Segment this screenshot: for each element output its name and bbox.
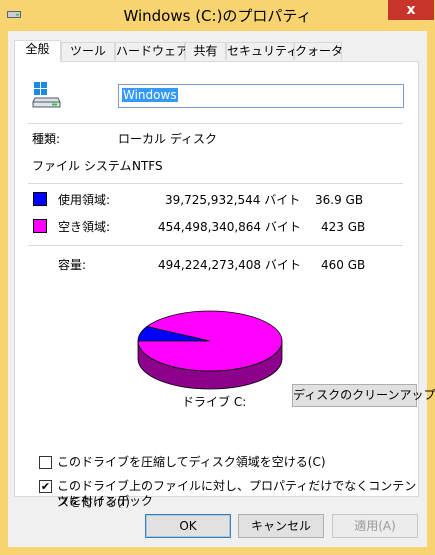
index-contents-label-line2: スを付ける(I) — [57, 495, 130, 509]
ok-button[interactable]: OK — [145, 514, 231, 538]
free-space-swatch — [33, 219, 47, 233]
checkmark-icon: ✔ — [40, 480, 51, 493]
disk-cleanup-button[interactable]: ディスクのクリーンアップ(D) — [292, 384, 435, 407]
free-space-size: 423 GB — [321, 220, 366, 234]
tab-general[interactable]: 全般 — [14, 40, 61, 62]
general-tab-panel: Windows 種類: ローカル ディスク ファイル システム: NTFS 使用… — [14, 61, 435, 509]
index-contents-checkbox[interactable]: ✔ — [39, 480, 52, 493]
separator-3 — [28, 245, 403, 246]
type-value: ローカル ディスク — [118, 132, 217, 146]
used-space-label: 使用領域: — [58, 193, 111, 207]
window-title: Windows (C:)のプロパティ — [123, 7, 312, 25]
tab-security[interactable]: セキュリティ — [226, 42, 298, 60]
capacity-bytes: 494,224,273,408 バイト — [158, 258, 301, 272]
close-button[interactable]: x — [388, 0, 434, 20]
cancel-button[interactable]: キャンセル — [238, 514, 324, 538]
compress-drive-checkbox[interactable] — [39, 456, 52, 469]
dialog-client-area: 全般 ツール ハードウェア 共有 セキュリティ クォータ Windows 種類: — [8, 31, 435, 547]
used-space-swatch — [33, 192, 47, 206]
tab-strip: 全般 ツール ハードウェア 共有 セキュリティ クォータ — [14, 40, 414, 62]
free-space-label: 空き領域: — [58, 220, 111, 234]
compress-drive-label: このドライブを圧縮してディスク領域を空ける(C) — [57, 455, 326, 469]
close-icon: x — [406, 2, 416, 18]
pie-slice-free-space — [137, 310, 283, 372]
filesystem-label: ファイル システム: — [32, 159, 136, 173]
drive-letter-label: ドライブ C: — [182, 395, 247, 409]
title-bar[interactable]: Windows (C:)のプロパティ x — [0, 0, 435, 31]
tab-sharing[interactable]: 共有 — [185, 42, 226, 60]
free-space-bytes: 454,498,340,864 バイト — [158, 220, 301, 234]
separator-2 — [28, 183, 403, 184]
disk-usage-pie-chart — [137, 310, 283, 390]
tab-hardware[interactable]: ハードウェア — [115, 42, 188, 60]
used-space-bytes: 39,725,932,544 バイト — [165, 193, 301, 207]
tab-quota[interactable]: クォータ — [294, 42, 343, 60]
used-space-size: 36.9 GB — [315, 193, 364, 207]
apply-button[interactable]: 適用(A) — [332, 514, 418, 538]
drive-name-input[interactable]: Windows — [118, 84, 404, 108]
capacity-size: 460 GB — [321, 258, 366, 272]
filesystem-value: NTFS — [132, 159, 163, 173]
drive-name-value: Windows — [122, 88, 178, 102]
capacity-label: 容量: — [58, 258, 87, 272]
tab-tools[interactable]: ツール — [61, 42, 115, 60]
separator-1 — [28, 123, 403, 124]
drive-icon — [32, 82, 61, 108]
type-label: 種類: — [32, 132, 61, 146]
properties-window: Windows (C:)のプロパティ x 全般 ツール ハードウェア 共有 セキ… — [0, 0, 435, 555]
